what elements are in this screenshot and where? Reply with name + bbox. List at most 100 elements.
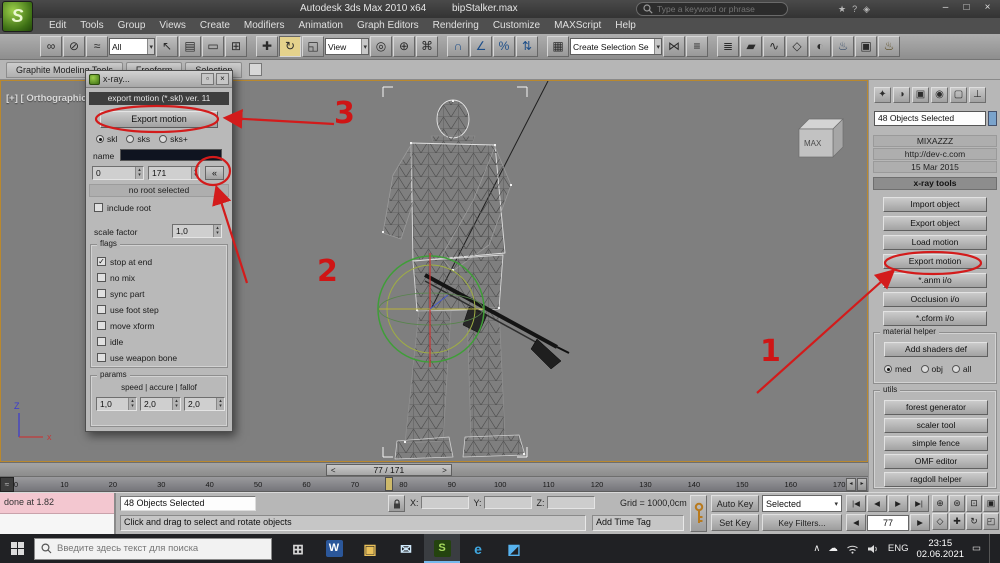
add-shaders-def-button[interactable]: Add shaders def (884, 342, 988, 357)
spinner-arrows-icon[interactable]: ▴ ▾ (191, 167, 199, 179)
infocenter-star-icon[interactable]: ★ (838, 4, 846, 15)
zoom-icon[interactable]: ⊕ (932, 495, 948, 512)
align-icon[interactable]: ≡ (686, 36, 708, 57)
xray-button-export-motion[interactable]: Export motion (883, 254, 987, 269)
scene-helper-box[interactable]: MAX (798, 118, 844, 158)
material-radio-obj[interactable]: obj (920, 364, 943, 374)
render-setup-icon[interactable]: ♨ (832, 36, 854, 57)
selection-lock-toggle[interactable] (388, 495, 405, 512)
xray-button-anm-i-o[interactable]: *.anm i/o (883, 273, 987, 288)
coord-field[interactable] (420, 496, 469, 509)
menu-tools[interactable]: Tools (73, 18, 110, 34)
taskbar-clock[interactable]: 23:15 02.06.2021 (916, 538, 964, 560)
menu-customize[interactable]: Customize (486, 18, 547, 34)
macro-recorder-line[interactable]: done at 1.82 (0, 493, 114, 514)
maxscript-mini-listener[interactable]: done at 1.82 (0, 493, 116, 535)
xray-button-load-motion[interactable]: Load motion (883, 235, 987, 250)
range-collapse-button[interactable]: « (205, 166, 224, 180)
zoom-region-icon[interactable]: ▣ (983, 495, 999, 512)
next-frame-button[interactable]: ▶ (910, 514, 930, 531)
menu-edit[interactable]: Edit (42, 18, 73, 34)
utils-button-simple-fence[interactable]: simple fence (884, 436, 988, 451)
scale-factor-spinner[interactable]: 1,0 ▴ ▾ (172, 224, 222, 238)
selection-filter-dropdown[interactable]: All ▾ (109, 38, 155, 55)
set-key-button[interactable]: Set Key (711, 514, 759, 531)
flag-stop-at-end[interactable]: ✓ stop at end (97, 254, 177, 269)
flag-sync-part[interactable]: sync part (97, 286, 177, 301)
menu-graph-editors[interactable]: Graph Editors (350, 18, 426, 34)
infocenter-search[interactable] (636, 2, 788, 16)
time-slider-handle[interactable]: < 77 / 171 > (325, 464, 452, 476)
dialog-close-button[interactable]: × (216, 73, 229, 85)
curve-editor-icon[interactable]: ∿ (763, 36, 785, 57)
xray-button-cform-i-o[interactable]: *.cform i/o (883, 311, 987, 326)
select-object-icon[interactable]: ↖ (156, 36, 178, 57)
previous-key-button[interactable]: ◀ (867, 495, 887, 512)
menu-animation[interactable]: Animation (291, 18, 349, 34)
zoom-extents-icon[interactable]: ⊡ (966, 495, 982, 512)
format-radio-skl[interactable]: skl (96, 134, 117, 144)
xray-button-export-object[interactable]: Export object (883, 216, 987, 231)
render-production-icon[interactable]: ♨ (878, 36, 900, 57)
format-radio-sks[interactable]: sks (126, 134, 150, 144)
previous-frame-button[interactable]: ◀ (846, 514, 866, 531)
trackbar-current-frame-marker[interactable] (384, 477, 393, 491)
flag-use-weapon-bone[interactable]: use weapon bone (97, 350, 177, 365)
3dsmax-logo-icon[interactable]: S (2, 1, 33, 32)
include-root-checkbox[interactable]: include root (94, 200, 151, 215)
orbit-icon[interactable]: ↻ (966, 513, 982, 530)
taskbar-search-input[interactable] (57, 543, 257, 554)
schematic-view-icon[interactable]: ◇ (786, 36, 808, 57)
unlink-selection-icon[interactable]: ⊘ (63, 36, 85, 57)
edit-named-selections-icon[interactable]: ▦ (547, 36, 569, 57)
infocenter-search-input[interactable] (657, 4, 777, 14)
named-selection-dropdown[interactable]: Create Selection Se ▾ (570, 38, 662, 55)
select-and-scale-icon[interactable]: ◱ (302, 36, 324, 57)
panel-tab-motion-icon[interactable]: ◉ (931, 87, 948, 103)
mirror-icon[interactable]: ⋈ (663, 36, 685, 57)
fov-icon[interactable]: ◇ (932, 513, 948, 530)
keyboard-override-icon[interactable]: ⌘ (416, 36, 438, 57)
select-and-manipulate-icon[interactable]: ⊕ (393, 36, 415, 57)
coord-field[interactable] (546, 496, 595, 509)
trackbar-scroll-left-button[interactable]: ◂ (846, 478, 856, 491)
mail-icon[interactable]: ✉ (388, 534, 424, 563)
material-radio-all[interactable]: all (951, 364, 971, 374)
xray-tools-rollout-header[interactable]: x-ray tools (873, 177, 997, 190)
3dsmax-icon[interactable]: S (424, 534, 460, 563)
window-crossing-icon[interactable]: ⊞ (225, 36, 247, 57)
format-radio-sks[interactable]: sks+ (159, 134, 188, 144)
panel-selection-dropdown[interactable]: 48 Objects Selected (874, 111, 986, 126)
spinner-snap-icon[interactable]: ⇅ (516, 36, 538, 57)
reference-coordinate-dropdown[interactable]: View ▾ (325, 38, 369, 55)
viewport-label[interactable]: [+] [ Orthographic ] (6, 93, 92, 104)
onedrive-cloud-icon[interactable]: ☁ (828, 543, 838, 554)
key-filters-button[interactable]: Key Filters... (762, 514, 842, 531)
percent-snap-icon[interactable]: % (493, 36, 515, 57)
utils-button-ragdoll-helper[interactable]: ragdoll helper (884, 472, 988, 487)
panel-tab-modify-icon[interactable]: ◑ (893, 87, 910, 103)
coord-field[interactable] (483, 496, 532, 509)
panel-tab-utilities-icon[interactable]: ⊥ (969, 87, 986, 103)
time-slider-track[interactable]: < 77 / 171 > (0, 462, 868, 477)
wireframe-character[interactable] (382, 86, 570, 460)
menu-maxscript[interactable]: MAXScript (547, 18, 608, 34)
zoom-all-icon[interactable]: ⊛ (949, 495, 965, 512)
param-spinner-2[interactable]: 2,0 ▴ ▾ (184, 397, 225, 411)
select-and-link-icon[interactable]: ∞ (40, 36, 62, 57)
name-input[interactable] (120, 149, 222, 161)
close-button[interactable]: × (977, 0, 998, 17)
pan-icon[interactable]: ✚ (949, 513, 965, 530)
utils-button-forest-generator[interactable]: forest generator (884, 400, 988, 415)
xray-button-occlusion-i-o[interactable]: Occlusion i/o (883, 292, 987, 307)
play-button[interactable]: ▶ (888, 495, 908, 512)
panel-tab-hierarchy-icon[interactable]: ▣ (912, 87, 929, 103)
flag-use-foot-step[interactable]: use foot step (97, 302, 177, 317)
xray-button-import-object[interactable]: Import object (883, 197, 987, 212)
trackbar-scroll-right-button[interactable]: ▸ (857, 478, 867, 491)
start-button[interactable] (0, 534, 34, 563)
hidden-icons-chevron[interactable]: ∧ (813, 543, 820, 554)
menu-modifiers[interactable]: Modifiers (237, 18, 292, 34)
spinner-arrows-icon[interactable]: ▴ ▾ (128, 398, 136, 410)
param-spinner-1[interactable]: 2,0 ▴ ▾ (140, 397, 181, 411)
